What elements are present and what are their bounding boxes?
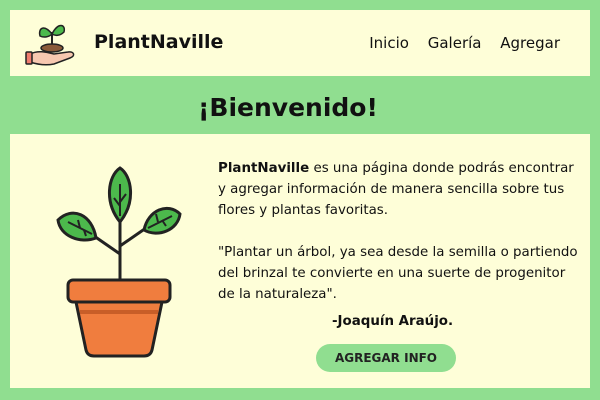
site-header: PlantNaville Inicio Galería Agregar bbox=[10, 10, 590, 76]
welcome-title: ¡Bienvenido! bbox=[198, 93, 378, 122]
intro-panel: PlantNaville es una página donde podrás … bbox=[10, 134, 590, 388]
welcome-banner: ¡Bienvenido! bbox=[0, 88, 600, 128]
intro-text: PlantNaville es una página donde podrás … bbox=[218, 158, 580, 305]
main-nav: Inicio Galería Agregar bbox=[355, 34, 560, 52]
add-info-button[interactable]: AGREGAR INFO bbox=[316, 344, 456, 372]
nav-link-galeria[interactable]: Galería bbox=[428, 34, 482, 52]
intro-paragraph: PlantNaville es una página donde podrás … bbox=[218, 158, 580, 221]
quote-author: -Joaquín Araújo. bbox=[332, 314, 454, 329]
intro-brand: PlantNaville bbox=[218, 161, 310, 176]
nav-link-agregar[interactable]: Agregar bbox=[500, 34, 560, 52]
hand-plant-logo-icon bbox=[25, 24, 75, 66]
nav-link-inicio[interactable]: Inicio bbox=[369, 34, 409, 52]
brand-name[interactable]: PlantNaville bbox=[94, 31, 223, 53]
quote-text: "Plantar un árbol, ya sea desde la semil… bbox=[218, 245, 578, 302]
potted-plant-icon bbox=[56, 166, 182, 358]
